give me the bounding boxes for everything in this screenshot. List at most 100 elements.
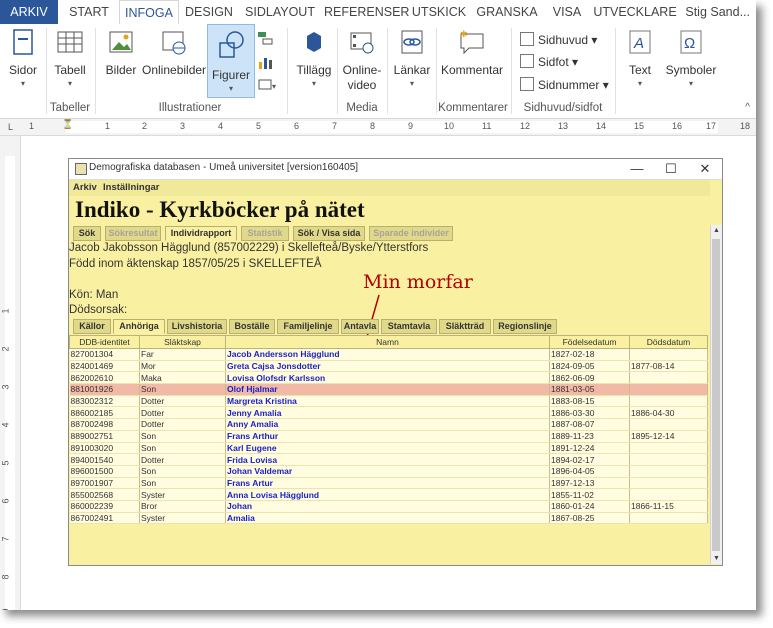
table-button[interactable]: Tabell ▾	[50, 28, 90, 88]
table-row[interactable]: 891003020 Son Karl Eugene 1891-12-24	[69, 442, 708, 455]
tab-visa[interactable]: VISA	[545, 0, 589, 24]
subtab-sok-visa-sida[interactable]: Sök / Visa sida	[293, 226, 365, 241]
table-row[interactable]: 860002239 Bror Johan 1860-01-24 1866-11-15	[69, 500, 708, 513]
vertical-ruler[interactable]: 1 2 3 4 5 6 7 8 9	[0, 136, 21, 610]
menu-installningar[interactable]: Inställningar	[103, 182, 159, 193]
cell-slaktskap: Maka	[139, 371, 226, 385]
cell-namn[interactable]: Frans Arthur	[225, 430, 550, 443]
close-icon[interactable]: ✕	[688, 159, 722, 179]
death-cause-line: Dödsorsak:	[69, 304, 128, 316]
col-namn[interactable]: Namn	[225, 335, 550, 349]
table-row[interactable]: 867002491 Syster Amalia 1867-08-25	[69, 512, 708, 525]
footer-button[interactable]: Sidfot ▾	[520, 54, 578, 69]
subtab-sokresultat[interactable]: Sökresultat	[105, 226, 161, 241]
table-row[interactable]: 883002312 Dotter Margreta Kristina 1883-08-…	[69, 395, 708, 408]
addins-button[interactable]: Tillägg ▾	[292, 28, 336, 88]
subtab-sok[interactable]: Sök	[73, 226, 101, 241]
pictures-button[interactable]: Bilder	[100, 28, 142, 77]
tab-design[interactable]: DESIGN	[181, 0, 237, 24]
symbols-button[interactable]: Ω Symboler ▾	[664, 28, 718, 88]
dtab-antavla[interactable]: Antavla	[341, 319, 379, 334]
tab-start[interactable]: START	[62, 0, 116, 24]
page-number-button[interactable]: Sidnummer ▾	[520, 77, 609, 92]
tab-utvecklare[interactable]: UTVECKLARE	[592, 0, 678, 24]
tab-utskick[interactable]: UTSKICK	[406, 0, 472, 24]
table-row[interactable]: 896001500 Son Johan Valdemar 1896-04-05	[69, 465, 708, 478]
scroll-up-icon[interactable]: ▲	[711, 225, 722, 236]
dtab-livshistoria[interactable]: Livshistoria	[167, 319, 227, 334]
collapse-ribbon-icon[interactable]: ^	[745, 102, 750, 113]
cell-namn[interactable]: Karl Eugene	[225, 442, 550, 455]
text-button[interactable]: A Text ▾	[620, 28, 660, 88]
tab-granska[interactable]: GRANSKA	[474, 0, 540, 24]
cell-namn[interactable]: Jacob Andersson Hägglund	[225, 348, 550, 361]
cell-namn[interactable]: Frans Artur	[225, 477, 550, 490]
table-row[interactable]: 855002568 Syster Anna Lovisa Hägglund 1855-…	[69, 488, 708, 501]
maximize-icon[interactable]: ☐	[654, 159, 688, 179]
screenshot-button[interactable]: ▾	[256, 78, 280, 95]
indent-marker[interactable]: ⏳	[62, 119, 73, 130]
cell-slaktskap: Syster	[139, 512, 226, 525]
col-ddb-id[interactable]: DDB-identitet	[69, 335, 140, 349]
online-video-button[interactable]: Online- video	[340, 28, 384, 93]
shapes-button[interactable]: Figurer ▾	[207, 24, 255, 98]
header-button[interactable]: Sidhuvud ▾	[520, 32, 597, 47]
cell-namn[interactable]: Anna Lovisa Hägglund	[225, 488, 550, 501]
dtab-anhoriga[interactable]: Anhöriga	[113, 319, 165, 334]
dtab-bostalle[interactable]: Boställe	[229, 319, 275, 334]
pages-button[interactable]: Sidor ▾	[4, 28, 42, 88]
col-slaktskap[interactable]: Släktskap	[139, 335, 226, 349]
cell-namn[interactable]: Johan	[225, 500, 550, 513]
online-pictures-button[interactable]: Onlinebilder	[142, 28, 206, 77]
horizontal-ruler[interactable]: L ⏳ 1 1 2 3 4 5 6 7 8 9 10 11 12 13 14 1…	[0, 119, 756, 136]
table-row[interactable]: 887002498 Dotter Anny Amalia 1887-08-07	[69, 418, 708, 431]
cell-namn[interactable]: Amalia	[225, 512, 550, 525]
app-vertical-scrollbar[interactable]: ▲ ▼	[710, 225, 722, 564]
subtab-statistik[interactable]: Statistik	[241, 226, 289, 241]
scroll-down-icon[interactable]: ▼	[711, 553, 722, 564]
table-row[interactable]: 862002610 Maka Lovisa Olofsdr Karlsson 1862…	[69, 371, 708, 385]
table-row[interactable]: 827001304 Far Jacob Andersson Hägglund 1827…	[69, 348, 708, 361]
cell-namn[interactable]: Margreta Kristina	[225, 395, 550, 408]
dtab-kallor[interactable]: Källor	[73, 319, 111, 334]
table-row[interactable]: 897001907 Son Frans Artur 1897-12-13	[69, 477, 708, 490]
cell-namn[interactable]: Greta Cajsa Jonsdotter	[225, 360, 550, 373]
dtab-stamtavla[interactable]: Stamtavla	[381, 319, 437, 334]
cell-namn[interactable]: Jenny Amalia	[225, 406, 550, 420]
table-row[interactable]: 886002185 Dotter Jenny Amalia 1886-03-30 188…	[69, 406, 708, 420]
cell-namn[interactable]: Johan Valdemar	[225, 465, 550, 478]
subtab-individrapport[interactable]: Individrapport	[165, 226, 237, 241]
table-row[interactable]: 894001540 Dotter Frida Lovisa 1894-02-17	[69, 453, 708, 466]
dtab-familjelinje[interactable]: Familjelinje	[277, 319, 339, 334]
subtab-sparade-individer[interactable]: Sparade individer	[369, 226, 453, 241]
minimize-icon[interactable]: —	[620, 159, 654, 179]
tab-stop-icon[interactable]: L	[8, 122, 13, 132]
embedded-app-window[interactable]: Demografiska databasen - Umeå universite…	[68, 158, 723, 566]
scroll-thumb[interactable]	[712, 239, 720, 551]
tab-arkiv[interactable]: ARKIV	[0, 0, 58, 24]
tab-infoga[interactable]: INFOGA	[119, 0, 179, 26]
tab-referenser[interactable]: REFERENSER	[324, 0, 409, 24]
cell-ddb-id: 862002610	[69, 371, 140, 385]
tab-sidlayout[interactable]: SIDLAYOUT	[240, 0, 320, 24]
col-fodelsedatum[interactable]: Födelsedatum	[549, 335, 630, 349]
chart-button[interactable]	[256, 54, 274, 73]
app-titlebar: Demografiska databasen - Umeå universite…	[69, 159, 722, 180]
cell-ddb-id: 824001469	[69, 360, 140, 373]
links-button[interactable]: Länkar ▾	[390, 28, 434, 88]
table-row[interactable]: 881001926 Son Olof Hjalmar 1881-03-05	[69, 383, 708, 396]
cell-namn[interactable]: Frida Lovisa	[225, 453, 550, 466]
table-row[interactable]: 889002751 Son Frans Arthur 1889-11-23 1895-1…	[69, 430, 708, 443]
dtab-regionslinje[interactable]: Regionslinje	[493, 319, 557, 334]
menu-arkiv[interactable]: Arkiv	[73, 182, 97, 193]
user-name[interactable]: Stig Sand...	[685, 0, 750, 24]
cell-dodsdatum	[629, 442, 708, 455]
cell-namn[interactable]: Lovisa Olofsdr Karlsson	[225, 371, 550, 385]
comment-button[interactable]: ✱ Kommentar	[438, 28, 506, 77]
dtab-slakttrad[interactable]: Släktträd	[439, 319, 491, 334]
col-dodsdatum[interactable]: Dödsdatum	[629, 335, 708, 349]
cell-namn[interactable]: Olof Hjalmar	[225, 383, 550, 396]
smartart-button[interactable]	[256, 30, 274, 49]
table-row[interactable]: 824001469 Mor Greta Cajsa Jonsdotter 1824-0…	[69, 360, 708, 373]
cell-namn[interactable]: Anny Amalia	[225, 418, 550, 431]
